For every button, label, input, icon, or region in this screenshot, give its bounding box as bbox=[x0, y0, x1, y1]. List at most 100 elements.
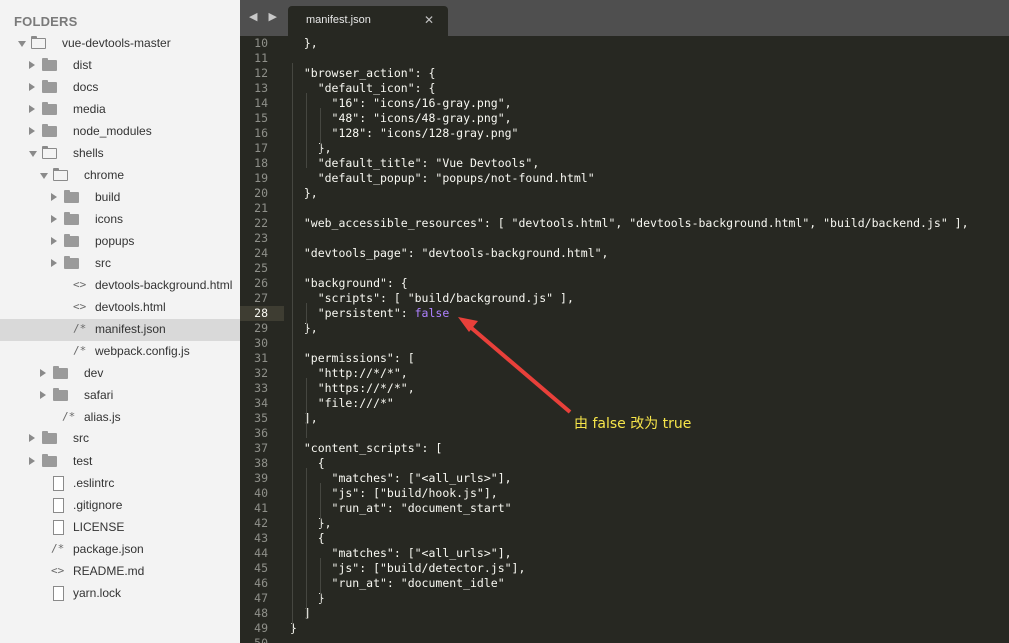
comment-file-icon: /* bbox=[62, 410, 76, 423]
tree-item-label: dev bbox=[84, 366, 104, 380]
chevron-right-icon[interactable] bbox=[29, 457, 35, 465]
tree-item-label: .eslintrc bbox=[73, 476, 115, 490]
tree-item-label: vue-devtools-master bbox=[62, 36, 171, 50]
code-file-icon: <> bbox=[73, 278, 87, 291]
folder-icon bbox=[42, 80, 57, 93]
tree-item-label: build bbox=[95, 190, 121, 204]
sidebar: FOLDERS vue-devtools-master dist docs media… bbox=[0, 0, 240, 643]
folder-icon bbox=[64, 234, 79, 247]
chevron-down-icon[interactable] bbox=[29, 151, 37, 157]
tree-item-devtools-background-html[interactable]: <> devtools-background.html bbox=[0, 275, 240, 297]
tree-item-src[interactable]: src bbox=[0, 428, 240, 450]
folder-icon bbox=[42, 58, 57, 71]
tree-item-media[interactable]: media bbox=[0, 99, 240, 121]
tab-nav-arrows-icon[interactable]: ◀ ▶ bbox=[249, 10, 281, 23]
chevron-right-icon[interactable] bbox=[51, 237, 57, 245]
arrow-shaft bbox=[466, 323, 572, 414]
folder-icon bbox=[53, 366, 68, 379]
tree-item-license[interactable]: LICENSE bbox=[0, 517, 240, 539]
chevron-right-icon[interactable] bbox=[29, 61, 35, 69]
tree-item-docs[interactable]: docs bbox=[0, 77, 240, 99]
folder-icon bbox=[64, 212, 79, 225]
chevron-right-icon[interactable] bbox=[29, 83, 35, 91]
tree-item-shells[interactable]: shells bbox=[0, 143, 240, 165]
chevron-right-icon[interactable] bbox=[51, 215, 57, 223]
chevron-right-icon[interactable] bbox=[29, 434, 35, 442]
tree-item-label: package.json bbox=[73, 542, 144, 556]
folder-icon bbox=[64, 190, 79, 203]
tree-item-chrome[interactable]: chrome bbox=[0, 165, 240, 187]
tree-item-icons[interactable]: icons bbox=[0, 209, 240, 231]
chevron-right-icon[interactable] bbox=[51, 259, 57, 267]
tree-item-test[interactable]: test bbox=[0, 451, 240, 473]
tree-item-webpack-config-js[interactable]: /* webpack.config.js bbox=[0, 341, 240, 363]
folders-title: FOLDERS bbox=[14, 14, 78, 29]
annotation-arrow bbox=[458, 317, 572, 414]
tree-item-label: docs bbox=[73, 80, 99, 94]
chevron-down-icon[interactable] bbox=[40, 173, 48, 179]
comment-file-icon: /* bbox=[73, 344, 87, 357]
folder-open-icon bbox=[53, 168, 68, 181]
folder-icon bbox=[42, 431, 57, 444]
tree-item-label: .gitignore bbox=[73, 498, 123, 512]
tree-item-manifest-json[interactable]: /* manifest.json bbox=[0, 319, 240, 341]
chevron-right-icon[interactable] bbox=[29, 105, 35, 113]
tree-item-label: yarn.lock bbox=[73, 586, 122, 600]
tree-item-safari[interactable]: safari bbox=[0, 385, 240, 407]
file-icon bbox=[53, 520, 64, 535]
tree-item-build[interactable]: build bbox=[0, 187, 240, 209]
tree-item-label: alias.js bbox=[84, 410, 121, 424]
tree-item-label: icons bbox=[95, 212, 124, 226]
file-icon bbox=[53, 498, 64, 513]
chevron-right-icon[interactable] bbox=[29, 127, 35, 135]
tree-item-dev[interactable]: dev bbox=[0, 363, 240, 385]
tree-item-package-json[interactable]: /* package.json bbox=[0, 539, 240, 561]
folder-icon bbox=[42, 454, 57, 467]
tree-item-label: LICENSE bbox=[73, 520, 125, 534]
tree-item-label: dist bbox=[73, 58, 92, 72]
tab-manifest-json[interactable]: manifest.json ✕ bbox=[288, 6, 448, 36]
code-file-icon: <> bbox=[51, 564, 65, 577]
code-file-icon: <> bbox=[73, 300, 87, 313]
tree-item-label: node_modules bbox=[73, 124, 152, 138]
tree-item-alias-js[interactable]: /* alias.js bbox=[0, 407, 240, 429]
chevron-right-icon[interactable] bbox=[51, 193, 57, 201]
tree-item-label: webpack.config.js bbox=[95, 344, 190, 358]
tree-item-devtools-html[interactable]: <> devtools.html bbox=[0, 297, 240, 319]
tree-item-popups[interactable]: popups bbox=[0, 231, 240, 253]
chevron-right-icon[interactable] bbox=[40, 369, 46, 377]
chevron-down-icon[interactable] bbox=[18, 41, 26, 47]
comment-file-icon: /* bbox=[73, 322, 87, 335]
tab-label: manifest.json bbox=[306, 14, 371, 26]
annotation-text: 由 false 改为 true bbox=[574, 416, 692, 432]
tree-item-label: README.md bbox=[73, 564, 145, 578]
folder-open-icon bbox=[42, 146, 57, 159]
folder-icon bbox=[64, 256, 79, 269]
folder-icon bbox=[53, 388, 68, 401]
tree-item-src[interactable]: src bbox=[0, 253, 240, 275]
tree-item-label: chrome bbox=[84, 168, 125, 182]
tree-item-gitignore[interactable]: .gitignore bbox=[0, 495, 240, 517]
tree-item-eslintrc[interactable]: .eslintrc bbox=[0, 473, 240, 495]
code-editor[interactable]: 10 11 12 13 14 15 16 17 18 19 20 21 22 23 24 25 26 27 28 29… bbox=[240, 36, 1009, 643]
tree-item-label: test bbox=[73, 454, 93, 468]
tab-close-icon[interactable]: ✕ bbox=[424, 13, 434, 27]
tree-item-label: devtools-background.html bbox=[95, 278, 233, 292]
tree-item-label: src bbox=[73, 431, 89, 445]
tree-item-label: popups bbox=[95, 234, 135, 248]
tab-bar: ◀ ▶ manifest.json ✕ bbox=[240, 0, 1009, 36]
folder-icon bbox=[42, 102, 57, 115]
tree-item-node-modules[interactable]: node_modules bbox=[0, 121, 240, 143]
tree-item-label: src bbox=[95, 256, 111, 270]
tree-item-vue-devtools-master[interactable]: vue-devtools-master bbox=[0, 33, 240, 55]
tree-item-readme-md[interactable]: <> README.md bbox=[0, 561, 240, 583]
tree-item-label: devtools.html bbox=[95, 300, 166, 314]
file-icon bbox=[53, 476, 64, 491]
tree-item-yarn-lock[interactable]: yarn.lock bbox=[0, 583, 240, 605]
chevron-right-icon[interactable] bbox=[40, 391, 46, 399]
folder-open-icon bbox=[31, 36, 46, 49]
tree-item-label: safari bbox=[84, 388, 114, 402]
tree-item-dist[interactable]: dist bbox=[0, 55, 240, 77]
folder-icon bbox=[42, 124, 57, 137]
tree-item-label: media bbox=[73, 102, 106, 116]
